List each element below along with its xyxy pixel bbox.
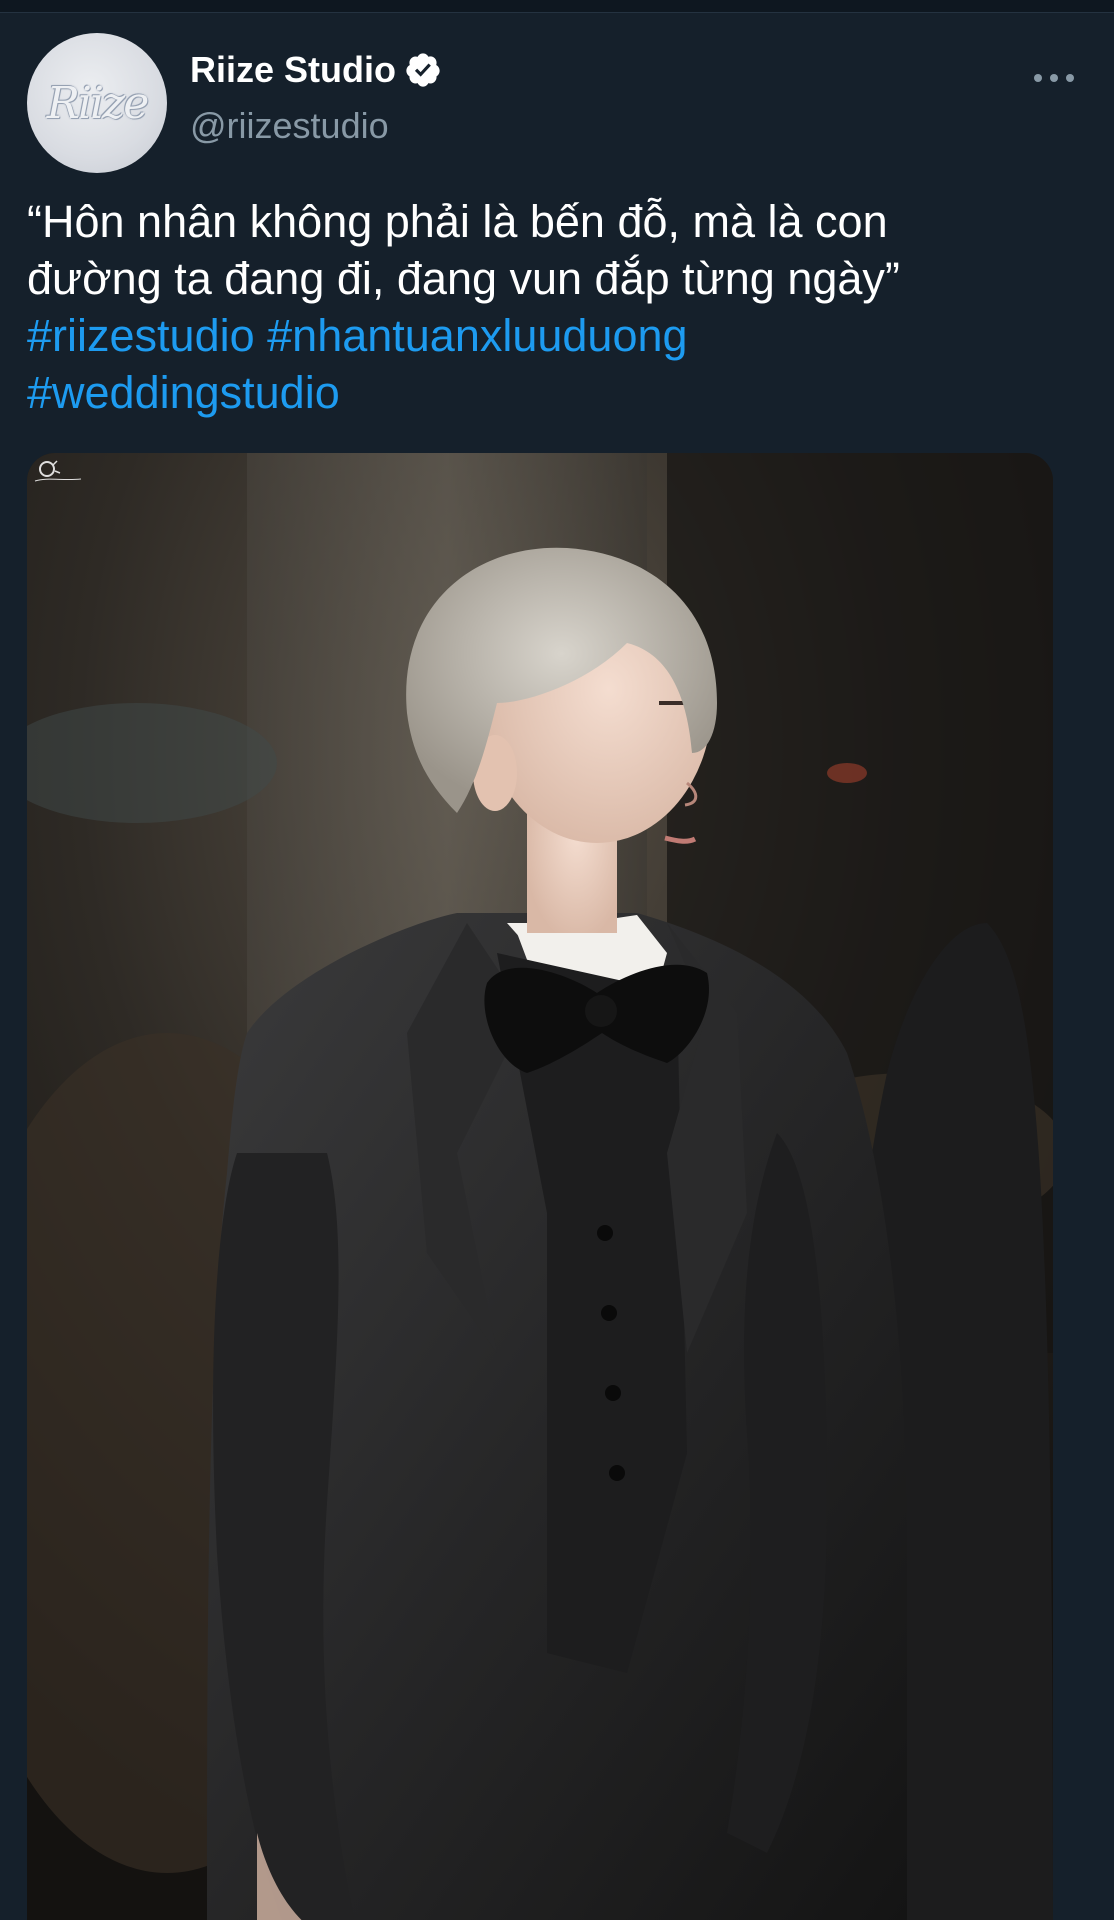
display-name[interactable]: Riize Studio xyxy=(190,49,396,91)
hashtag-link[interactable]: #nhantuanxluuduong xyxy=(267,310,687,361)
tweet-text-line: đường ta đang đi, đang vun đắp từng ngày… xyxy=(27,253,900,304)
avatar[interactable]: Riize xyxy=(27,33,167,173)
tweet-header: Riize Studio @riizestudio xyxy=(190,49,442,147)
more-dot xyxy=(1066,74,1074,82)
hashtag-link[interactable]: #weddingstudio xyxy=(27,367,340,418)
tweet-text: “Hôn nhân không phải là bến đỗ, mà là co… xyxy=(27,193,1087,421)
avatar-logo-text: Riize xyxy=(46,77,149,129)
tweet-text-line: “Hôn nhân không phải là bến đỗ, mà là co… xyxy=(27,196,888,247)
more-dot xyxy=(1050,74,1058,82)
tweet-photo[interactable] xyxy=(27,453,1053,1920)
hashtag-line: #weddingstudio xyxy=(27,364,1087,421)
hashtag-line: #riizestudio #nhantuanxluuduong xyxy=(27,307,1087,364)
hashtag-link[interactable]: #riizestudio xyxy=(27,310,255,361)
verified-badge-icon xyxy=(404,51,442,89)
top-divider xyxy=(0,0,1114,13)
tweet[interactable]: Riize Riize Studio @riizestudio “Hôn nhâ… xyxy=(0,13,1114,1920)
photo-illustration xyxy=(27,453,1053,1920)
more-dot xyxy=(1034,74,1042,82)
more-options-icon[interactable] xyxy=(1034,71,1074,85)
user-handle[interactable]: @riizestudio xyxy=(190,105,442,147)
name-row: Riize Studio xyxy=(190,49,442,91)
